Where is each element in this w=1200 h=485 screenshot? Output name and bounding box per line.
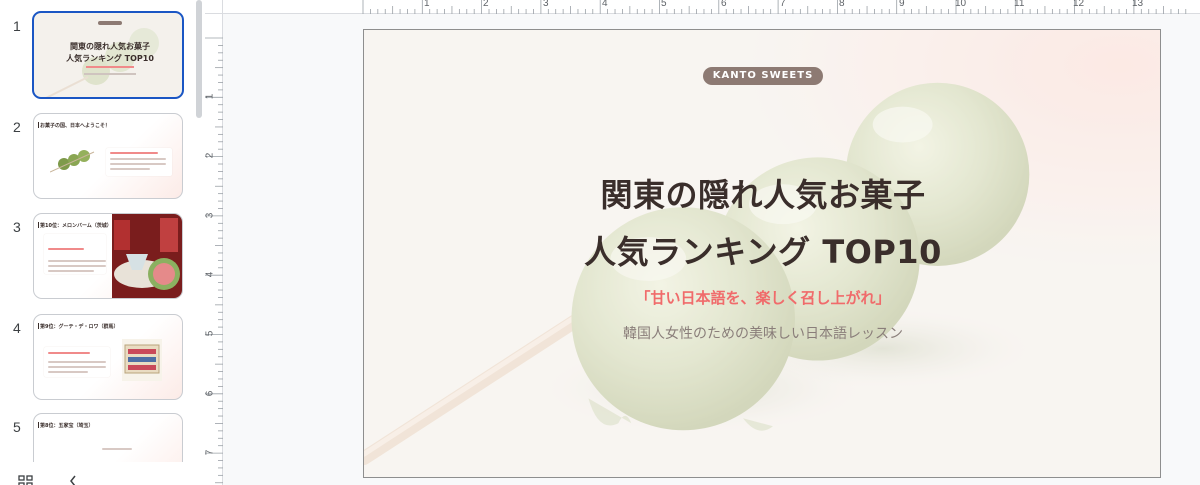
ruler-label: 10	[955, 0, 967, 9]
thumb-text-line	[48, 260, 106, 262]
slide-title-line-2[interactable]: 人気ランキング TOP10	[364, 227, 1160, 273]
thumb-title: 第8位：五家宝（埼玉）	[40, 423, 94, 429]
ruler-label: 9	[899, 0, 905, 9]
slide-thumbnail-4[interactable]: 第9位：グーテ・デ・ロワ（群馬）	[33, 314, 183, 400]
ruler-label: 4	[205, 271, 216, 278]
thumb-text-box	[44, 234, 106, 274]
slide-number: 5	[13, 419, 21, 435]
gouter-de-roi-thumbnail-image	[122, 339, 162, 381]
kanto-sweets-badge[interactable]: KANTO SWEETS	[703, 67, 823, 85]
slide-number: 4	[13, 320, 21, 336]
slide-thumbnail-2[interactable]: お菓子の国、日本へようこそ！	[33, 113, 183, 199]
filmstrip-scrollbar-thumb[interactable]	[196, 0, 202, 118]
horizontal-ruler-ticks	[362, 0, 1187, 14]
thumb-title: お菓子の国、日本へようこそ！	[40, 123, 111, 129]
thumb-title-bar	[38, 323, 39, 329]
thumb-tagline-line	[86, 66, 134, 68]
thumb-text-line	[110, 168, 150, 170]
ruler-label: 1	[424, 0, 430, 9]
slide-canvas[interactable]: KANTO SWEETS 関東の隠れ人気お菓子 人気ランキング TOP10 「甘…	[363, 29, 1161, 478]
ruler-label: 1	[205, 93, 216, 100]
thumb-red-line	[48, 248, 84, 250]
horizontal-ruler[interactable]: 1 2 3 4 5 6 7 8 9 10 11 12 13	[223, 0, 1200, 14]
thumb-text-line	[48, 265, 106, 267]
thumb-title-line1: 関東の隠れ人気お菓子	[70, 42, 150, 51]
slide-thumbnail-1[interactable]: 関東の隠れ人気お菓子 人気ランキング TOP10	[32, 11, 184, 99]
slide-thumbnail-row-1[interactable]: 1 関東の隠れ人気お菓子 人気ランキング TOP10	[0, 11, 200, 102]
slide-thumbnail-row-2[interactable]: 2 お菓子の国、日本へようこそ！	[0, 113, 200, 203]
thumb-red-line	[48, 352, 90, 354]
thumb-badge	[98, 21, 122, 25]
slide-thumbnail-3[interactable]: 第10位：メロンバーム（茨城）	[33, 213, 183, 299]
ruler-label: 12	[1073, 0, 1085, 9]
thumb-title-bar	[38, 222, 39, 228]
vertical-ruler-ticks	[205, 37, 223, 484]
slide-title-line-1[interactable]: 関東の隠れ人気お菓子	[364, 170, 1160, 216]
slide-number: 3	[13, 219, 21, 235]
thumb-text-line	[48, 361, 106, 363]
slide-tagline[interactable]: 「甘い日本語を、楽しく召し上がれ」	[364, 287, 1160, 308]
chevron-left-icon[interactable]	[68, 474, 78, 485]
thumb-title-bar	[38, 422, 39, 428]
grid-view-icon[interactable]	[18, 474, 34, 485]
thumb-title: 第9位：グーテ・デ・ロワ（群馬）	[40, 324, 119, 330]
ruler-label: 5	[205, 330, 216, 337]
ruler-label: 3	[543, 0, 549, 9]
ruler-label: 2	[205, 152, 216, 159]
slide-filmstrip: 1 関東の隠れ人気お菓子 人気ランキング TOP10 2 お菓子の国、日本へよう…	[0, 0, 205, 485]
ruler-label: 11	[1014, 0, 1025, 9]
thumb-text-line	[48, 366, 106, 368]
ruler-label: 6	[721, 0, 727, 9]
thumb-text-line	[48, 270, 94, 272]
melon-baum-thumbnail-image	[112, 214, 182, 298]
thumb-title-bar	[38, 122, 39, 128]
thumb-text-line	[110, 158, 166, 160]
thumb-text-line	[102, 448, 132, 450]
ruler-label: 5	[661, 0, 667, 9]
ruler-label: 8	[839, 0, 845, 9]
thumb-red-line	[110, 152, 158, 154]
slide-number: 2	[13, 119, 21, 135]
slide-subtitle[interactable]: 韓国人女性のための美味しい日本語レッスン	[364, 323, 1160, 343]
slide-number: 1	[13, 18, 21, 34]
slide-editor: 1 2 3 4 5 6 7 8 9 10 11 12 13 1 2 3 4 5 …	[205, 0, 1200, 485]
vertical-ruler[interactable]: 1 2 3 4 5 6 7	[205, 14, 223, 485]
ruler-label: 7	[780, 0, 786, 9]
ruler-label: 6	[205, 390, 216, 397]
ruler-label: 4	[602, 0, 608, 9]
ruler-label: 2	[483, 0, 489, 9]
ruler-label: 13	[1132, 0, 1144, 9]
slide-thumbnail-row-4[interactable]: 4 第9位：グーテ・デ・ロワ（群馬）	[0, 314, 200, 404]
thumb-title-line2: 人気ランキング TOP10	[66, 54, 154, 63]
ruler-label: 7	[205, 449, 216, 456]
ruler-corner	[205, 0, 223, 14]
thumb-title: 第10位：メロンバーム（茨城）	[40, 223, 112, 229]
ruler-label: 3	[205, 212, 216, 219]
thumb-subtitle-line	[84, 73, 136, 75]
thumb-text-line	[110, 163, 166, 165]
thumb-text-line	[48, 371, 88, 373]
slide-thumbnail-row-3[interactable]: 3 第10位：メロンバーム（茨城）	[0, 213, 200, 303]
dango-thumbnail-image	[50, 150, 95, 173]
